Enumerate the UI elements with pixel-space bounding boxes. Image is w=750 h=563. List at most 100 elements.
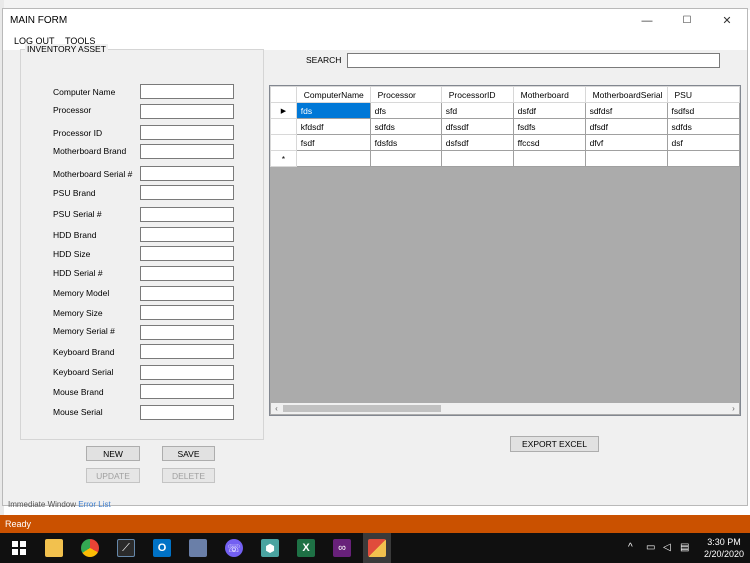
save-button[interactable]: SAVE [162,446,215,461]
current-row-indicator-icon[interactable]: ▶ [270,102,297,119]
column-header-psu[interactable]: PSU [666,86,740,103]
row-header[interactable] [270,134,297,151]
processor-id-input[interactable] [140,125,234,140]
maximize-button[interactable]: ☐ [667,9,707,32]
column-header-motherboardserial[interactable]: MotherboardSerial [584,86,668,103]
motherboard-serial-input[interactable] [140,166,234,181]
column-header-computername[interactable]: ComputerName [295,86,371,103]
table-row[interactable]: ▶ fds dfs sfd dsfdf sdfdsf fsdfsd [270,102,740,119]
new-row-indicator-icon[interactable]: * [270,150,297,167]
table-cell[interactable]: dfssdf [440,118,514,135]
file-explorer-icon[interactable] [45,539,63,557]
memory-size-input[interactable] [140,305,234,320]
immediate-window-tab[interactable]: Immediate Window [8,500,76,509]
hdd-serial-label: HDD Serial # [53,268,103,278]
motherboard-brand-input[interactable] [140,144,234,159]
error-list-tab[interactable]: Error List [78,500,110,509]
volume-icon[interactable]: ◁ [663,542,671,553]
memory-serial-input[interactable] [140,325,234,340]
memory-serial-label: Memory Serial # [53,326,115,336]
column-header-processor[interactable]: Processor [369,86,442,103]
processor-id-label: Processor ID [53,128,103,138]
column-header-processorid[interactable]: ProcessorID [440,86,514,103]
scroll-left-icon[interactable]: ‹ [271,403,282,414]
table-cell[interactable]: dfvf [584,134,668,151]
motherboard-serial-label: Motherboard Serial # [53,169,133,179]
table-cell[interactable]: fsdf [295,134,371,151]
mouse-serial-input[interactable] [140,405,234,420]
chevron-up-icon[interactable]: ^ [628,542,633,553]
mouse-brand-label: Mouse Brand [53,387,104,397]
horizontal-scrollbar[interactable]: ‹ › [271,403,739,414]
network-icon[interactable]: ▭ [646,542,655,553]
processor-input[interactable] [140,104,234,119]
table-cell[interactable]: sdfds [666,118,740,135]
table-row[interactable]: kfdsdf sdfds dfssdf fsdfs dfsdf sdfds [270,118,740,135]
table-cell[interactable] [295,150,371,167]
table-row[interactable]: fsdf fdsfds dsfsdf ffccsd dfvf dsf [270,134,740,151]
minimize-button[interactable]: — [627,9,667,32]
table-cell[interactable]: sfd [440,102,514,119]
code-editor-icon[interactable]: ⟋ [117,539,135,557]
table-cell[interactable]: sdfds [369,118,442,135]
hdd-brand-input[interactable] [140,227,234,242]
table-cell[interactable] [666,150,740,167]
excel-icon[interactable]: X [297,539,315,557]
table-cell[interactable]: kfdsdf [295,118,371,135]
export-excel-button[interactable]: EXPORT EXCEL [510,436,599,452]
close-button[interactable]: ✕ [707,9,747,32]
inventory-data-grid[interactable]: ComputerName Processor ProcessorID Mothe… [269,85,741,416]
keyboard-brand-input[interactable] [140,344,234,359]
delete-button[interactable]: DELETE [162,468,215,483]
column-header-motherboard[interactable]: Motherboard [512,86,586,103]
memory-model-label: Memory Model [53,288,110,298]
row-header[interactable] [270,118,297,135]
table-cell[interactable]: dfs [369,102,442,119]
new-button[interactable]: NEW [86,446,140,461]
table-cell[interactable] [440,150,514,167]
hdd-serial-input[interactable] [140,266,234,281]
keyboard-serial-label: Keyboard Serial [53,367,114,377]
memory-model-input[interactable] [140,286,234,301]
computer-name-input[interactable] [140,84,234,99]
table-cell[interactable]: dsf [666,134,740,151]
psu-brand-input[interactable] [140,185,234,200]
table-cell[interactable]: sdfdsf [584,102,668,119]
chrome-icon[interactable] [81,539,99,557]
keyboard-serial-input[interactable] [140,365,234,380]
cube-app-icon[interactable]: ⬢ [261,539,279,557]
table-cell[interactable] [512,150,586,167]
table-cell[interactable] [584,150,668,167]
memory-size-label: Memory Size [53,308,103,318]
table-cell[interactable] [369,150,442,167]
table-cell[interactable]: ffccsd [512,134,586,151]
new-row[interactable]: * [270,150,740,167]
background-panel-tabs: Immediate Window Error List [8,500,111,509]
clock-time: 3:30 PM [707,537,741,547]
scrollbar-thumb[interactable] [283,405,441,412]
table-cell[interactable]: fdsfds [369,134,442,151]
system-clock[interactable]: 3:30 PM 2/20/2020 [702,536,746,560]
table-cell[interactable]: fds [295,102,371,119]
table-cell[interactable]: fsdfsd [666,102,740,119]
taskbar: ⟋ O ☏ ⬢ X ∞ ^ ▭ ◁ ▤ 3:30 PM 2/20/2020 [0,533,750,563]
table-cell[interactable]: dfsdf [584,118,668,135]
table-cell[interactable]: fsdfs [512,118,586,135]
windows-start-icon[interactable] [10,539,28,557]
notification-icon[interactable]: ▤ [680,542,689,553]
mouse-brand-input[interactable] [140,384,234,399]
visual-studio-icon[interactable]: ∞ [333,539,351,557]
table-cell[interactable]: dsfdf [512,102,586,119]
clock-date: 2/20/2020 [703,549,745,559]
update-button[interactable]: UPDATE [86,468,140,483]
search-input[interactable] [347,53,720,68]
running-app-icon[interactable] [368,539,386,557]
outlook-icon[interactable]: O [153,539,171,557]
psu-serial-input[interactable] [140,207,234,222]
table-cell[interactable]: dsfsdf [440,134,514,151]
scroll-right-icon[interactable]: › [728,403,739,414]
mouse-serial-label: Mouse Serial [53,407,103,417]
hdd-size-input[interactable] [140,246,234,261]
viber-icon[interactable]: ☏ [225,539,243,557]
app-icon[interactable] [189,539,207,557]
